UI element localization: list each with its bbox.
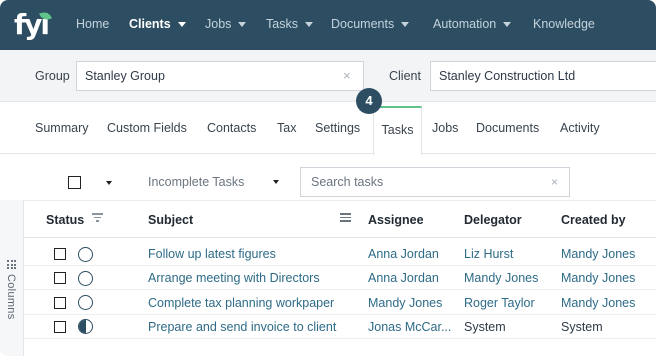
- search-clear-icon[interactable]: ×: [551, 175, 558, 189]
- group-select[interactable]: Stanley Group: [76, 61, 364, 91]
- chevron-down-icon: [503, 21, 512, 27]
- nav-automation-label: Automation: [433, 17, 497, 31]
- context-bar: Group Stanley Group × Client Stanley Con…: [0, 50, 656, 102]
- cell-subject[interactable]: Prepare and send invoice to client: [148, 320, 336, 334]
- cell-assignee: Anna Jordan: [368, 271, 439, 286]
- fyi-logo[interactable]: fyi: [14, 8, 60, 42]
- select-all-checkbox[interactable]: [68, 176, 81, 189]
- tab-tasks-label: Tasks: [381, 123, 414, 137]
- tab-jobs[interactable]: Jobs: [432, 121, 458, 135]
- column-menu-icon[interactable]: [340, 213, 351, 222]
- group-label: Group: [35, 69, 70, 83]
- nav-clients[interactable]: Clients: [129, 17, 186, 31]
- chevron-down-icon: [177, 21, 186, 27]
- columns-label: Columns: [5, 274, 17, 320]
- table-row[interactable]: Follow up latest figures Anna Jordan Liz H…: [24, 242, 656, 266]
- nav-home[interactable]: Home: [76, 17, 109, 31]
- nav-jobs-label: Jobs: [205, 17, 232, 31]
- tab-documents[interactable]: Documents: [476, 121, 539, 135]
- table-row[interactable]: Complete tax planning workpaper Mandy Jon…: [24, 291, 656, 315]
- col-status[interactable]: Status: [46, 213, 84, 227]
- chevron-down-icon[interactable]: [273, 180, 279, 184]
- client-tabs: Summary Custom Fields Contacts Tax Setti…: [0, 102, 656, 154]
- col-delegator[interactable]: Delegator: [464, 213, 522, 227]
- col-created-by[interactable]: Created by: [561, 213, 626, 227]
- cell-subject[interactable]: Arrange meeting with Directors: [148, 271, 320, 285]
- search-placeholder: Search tasks: [311, 175, 384, 189]
- tab-summary[interactable]: Summary: [35, 121, 88, 135]
- client-label: Client: [389, 69, 421, 83]
- task-filter-select[interactable]: Incomplete Tasks: [148, 175, 244, 189]
- nav-home-label: Home: [76, 17, 110, 31]
- grid-icon: [7, 260, 16, 269]
- cell-assignee: Jonas McCar...: [368, 319, 452, 334]
- cell-delegator: Roger Taylor: [464, 295, 535, 310]
- tab-settings[interactable]: Settings: [315, 121, 360, 135]
- chevron-down-icon: [401, 21, 410, 27]
- group-clear-icon[interactable]: ×: [343, 68, 351, 83]
- tab-activity[interactable]: Activity: [560, 121, 600, 135]
- nav-tasks[interactable]: Tasks: [266, 17, 313, 31]
- table-row[interactable]: Arrange meeting with Directors Anna Jorda…: [24, 266, 656, 291]
- nav-jobs[interactable]: Jobs: [205, 17, 247, 31]
- search-input[interactable]: Search tasks: [300, 167, 570, 197]
- top-nav: fyi Home Clients Jobs Tasks Documents Au…: [0, 0, 656, 50]
- cell-created-by: Mandy Jones: [561, 271, 636, 286]
- chevron-down-icon[interactable]: [106, 181, 112, 185]
- tab-custom-fields[interactable]: Custom Fields: [107, 121, 187, 135]
- nav-automation[interactable]: Automation: [433, 17, 512, 31]
- app-window: fyi Home Clients Jobs Tasks Documents Au…: [0, 0, 656, 356]
- cell-assignee: Anna Jordan: [368, 247, 439, 261]
- client-select[interactable]: Stanley Construction Ltd: [430, 61, 656, 91]
- chevron-down-icon: [238, 21, 247, 27]
- table-row[interactable]: Prepare and send invoice to client Jonas …: [24, 315, 656, 339]
- cell-subject[interactable]: Follow up latest figures: [148, 247, 276, 261]
- cell-created-by: System: [561, 319, 603, 334]
- cell-assignee: Mandy Jones: [368, 295, 443, 310]
- columns-panel-toggle[interactable]: Columns: [0, 200, 24, 356]
- cell-subject[interactable]: Complete tax planning workpaper: [148, 296, 334, 310]
- nav-documents-label: Documents: [331, 17, 395, 31]
- nav-tasks-label: Tasks: [266, 17, 298, 31]
- filter-icon[interactable]: [92, 213, 103, 222]
- cell-delegator: Liz Hurst: [464, 247, 514, 261]
- cell-created-by: Mandy Jones: [561, 247, 636, 261]
- cell-delegator: System: [464, 319, 506, 334]
- nav-knowledge[interactable]: Knowledge: [533, 17, 595, 31]
- tab-tasks[interactable]: Tasks: [373, 106, 422, 155]
- chevron-down-icon: [304, 21, 313, 27]
- step-badge: 4: [356, 88, 382, 114]
- nav-documents[interactable]: Documents: [331, 17, 410, 31]
- cell-created-by: Mandy Jones: [561, 295, 636, 310]
- nav-knowledge-label: Knowledge: [533, 17, 595, 31]
- group-value: Stanley Group: [85, 69, 165, 83]
- cell-delegator: Mandy Jones: [464, 271, 539, 286]
- nav-clients-label: Clients: [129, 17, 171, 31]
- col-assignee[interactable]: Assignee: [368, 213, 424, 227]
- tab-contacts[interactable]: Contacts: [207, 121, 256, 135]
- client-value: Stanley Construction Ltd: [439, 69, 576, 83]
- tab-tax[interactable]: Tax: [277, 121, 296, 135]
- col-subject[interactable]: Subject: [148, 213, 193, 227]
